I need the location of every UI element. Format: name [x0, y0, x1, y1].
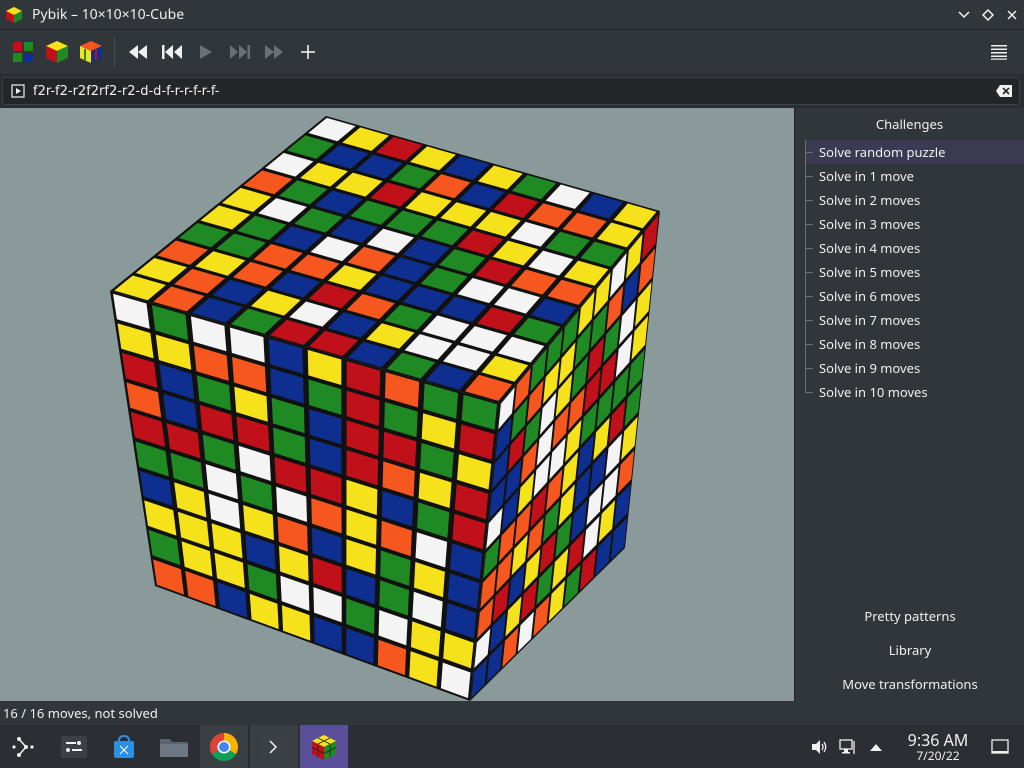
play-icon [200, 45, 212, 59]
digital-clock[interactable]: 9:36 AM 7/20/22 [898, 731, 978, 763]
skip-back-icon [162, 45, 182, 59]
fast-forward-icon [265, 45, 283, 59]
task-pybik[interactable] [300, 725, 348, 768]
challenge-item-label: Solve in 4 moves [819, 239, 921, 257]
minimize-button[interactable] [952, 3, 976, 27]
challenges-header[interactable]: Challenges [795, 108, 1024, 140]
task-discover[interactable] [100, 725, 148, 768]
challenge-item-label: Solve in 1 move [819, 167, 914, 185]
volume-tray-button[interactable] [806, 725, 834, 768]
panel-sections: Pretty patterns Library Move transformat… [795, 599, 1024, 701]
title-bar: Pybik – 10×10×10-Cube [0, 0, 1024, 30]
move-transformations-button[interactable]: Move transformations [795, 667, 1024, 701]
challenge-item-label: Solve in 7 moves [819, 311, 921, 329]
desktop-icon [991, 738, 1009, 754]
challenge-item-label: Solve in 6 moves [819, 287, 921, 305]
challenge-item[interactable]: Solve random puzzle [805, 140, 1024, 164]
play-button[interactable] [189, 35, 223, 69]
move-bar: f2r-f2-r2f2rf2-r2-d-d-f-r-r-f-r-f- [0, 74, 1024, 108]
move-sequence-input[interactable]: f2r-f2-r2f2rf2-r2-d-d-f-r-r-f-r-f- [2, 77, 1020, 105]
rewind-button[interactable] [121, 35, 155, 69]
skip-forward-icon [230, 45, 250, 59]
folder-icon [160, 738, 188, 757]
challenge-item[interactable]: Solve in 7 moves [805, 308, 1024, 332]
pybik-cube-icon [311, 734, 337, 760]
chrome-icon [210, 732, 238, 761]
challenge-item-label: Solve random puzzle [819, 143, 946, 161]
arrow-up-icon [870, 743, 882, 751]
move-sequence-text[interactable]: f2r-f2-r2f2rf2-r2-d-d-f-r-r-f-r-f- [33, 84, 995, 99]
task-settings[interactable] [50, 725, 98, 768]
challenge-item-label: Solve in 3 moves [819, 215, 921, 233]
terminal-icon [260, 734, 288, 759]
window-title: Pybik – 10×10×10-Cube [32, 5, 185, 24]
new-random-button[interactable] [40, 35, 74, 69]
challenge-item[interactable]: Solve in 4 moves [805, 236, 1024, 260]
pybik-app-icon [6, 6, 22, 23]
challenge-item[interactable]: Solve in 6 moves [805, 284, 1024, 308]
pretty-patterns-button[interactable]: Pretty patterns [795, 599, 1024, 633]
taskbar: 9:36 AM 7/20/22 [0, 725, 1024, 768]
new-solved-button[interactable] [6, 35, 40, 69]
clock-time: 9:36 AM [907, 728, 969, 751]
network-tray-button[interactable] [834, 725, 862, 768]
task-file-manager[interactable] [150, 725, 198, 768]
tray-expand-button[interactable] [862, 725, 890, 768]
challenge-item[interactable]: Solve in 5 moves [805, 260, 1024, 284]
play-move-icon[interactable] [11, 84, 25, 98]
side-panel: Challenges Solve random puzzle Solve in 1… [794, 108, 1024, 701]
challenge-item-label: Solve in 10 moves [819, 383, 928, 401]
application-launcher[interactable] [0, 725, 48, 768]
show-desktop-button[interactable] [986, 725, 1014, 768]
status-bar: 16 / 16 moves, not solved [0, 701, 1024, 725]
clear-text-icon[interactable] [995, 84, 1013, 98]
challenge-item-label: Solve in 5 moves [819, 263, 921, 281]
previous-button[interactable] [155, 35, 189, 69]
add-mark-button[interactable] [291, 35, 325, 69]
challenge-item[interactable]: Solve in 3 moves [805, 212, 1024, 236]
challenge-item[interactable]: Solve in 9 moves [805, 356, 1024, 380]
forward-button[interactable] [257, 35, 291, 69]
clock-date: 7/20/22 [916, 746, 960, 764]
steamdeck-launcher-icon [12, 736, 34, 757]
next-button[interactable] [223, 35, 257, 69]
cube-3d-view[interactable] [0, 108, 794, 701]
maximize-button[interactable] [976, 3, 1000, 27]
speaker-icon [812, 739, 827, 754]
challenge-item-label: Solve in 8 moves [819, 335, 921, 353]
network-wired-icon [839, 738, 855, 754]
system-tray: 9:36 AM 7/20/22 [806, 725, 1024, 768]
diamond-icon [981, 8, 995, 21]
store-bag-icon [114, 734, 134, 758]
solved-cube-icon [13, 42, 33, 62]
cube-icon [46, 41, 68, 63]
toolbar-separator [114, 37, 115, 67]
shuffle-cube-button[interactable] [74, 35, 108, 69]
challenge-item[interactable]: Solve in 10 moves [805, 380, 1024, 404]
close-button[interactable] [1000, 3, 1024, 27]
menu-icon [991, 45, 1007, 60]
status-text: 16 / 16 moves, not solved [3, 704, 158, 722]
task-chrome[interactable] [200, 725, 248, 768]
toolbar [0, 30, 1024, 74]
pybik-window: Pybik – 10×10×10-Cube f2r-f2-r2f2rf2-r2-… [0, 0, 1024, 768]
task-terminal[interactable] [250, 725, 298, 768]
chevron-down-icon [958, 10, 970, 18]
rewind-icon [129, 45, 147, 59]
challenge-item-label: Solve in 2 moves [819, 191, 921, 209]
challenges-list: Solve random puzzle Solve in 1 move Solve … [805, 140, 1024, 404]
system-settings-icon [61, 735, 87, 758]
close-icon [1007, 9, 1017, 20]
challenge-item-label: Solve in 9 moves [819, 359, 921, 377]
challenge-item[interactable]: Solve in 1 move [805, 164, 1024, 188]
challenge-item[interactable]: Solve in 8 moves [805, 332, 1024, 356]
challenge-item[interactable]: Solve in 2 moves [805, 188, 1024, 212]
shuffled-cube-icon [80, 41, 102, 63]
plus-icon [301, 45, 315, 59]
hamburger-menu-button[interactable] [982, 35, 1016, 69]
library-button[interactable]: Library [795, 633, 1024, 667]
rubiks-cube-10x10x10[interactable] [0, 108, 794, 701]
